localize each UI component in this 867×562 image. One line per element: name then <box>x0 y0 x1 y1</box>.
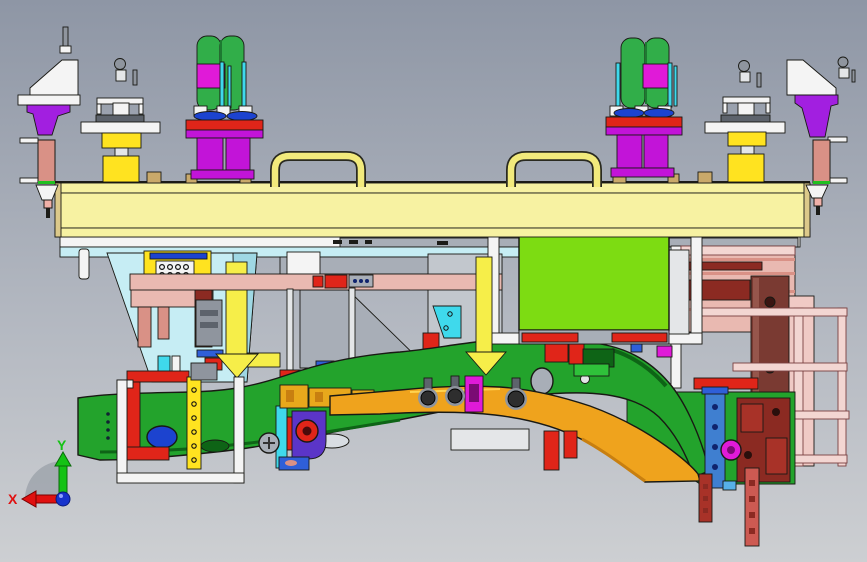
hanging-pin <box>78 248 90 280</box>
x-axis-label: X <box>8 491 18 507</box>
rest-pedestal-right[interactable] <box>704 60 786 183</box>
toggle-clamp-right[interactable] <box>605 37 683 178</box>
rest-pedestal-left[interactable] <box>80 58 161 183</box>
axis-fan <box>25 461 63 499</box>
y-axis-arrowhead <box>54 450 72 467</box>
y-axis-label: Y <box>57 437 67 453</box>
cad-viewport[interactable]: X Y <box>0 0 867 562</box>
right-tower-front[interactable] <box>693 377 791 547</box>
main-beam[interactable] <box>54 171 811 238</box>
bushing-hole <box>146 425 178 449</box>
axis-triad: X Y <box>8 437 72 508</box>
gauge-strip <box>744 467 760 547</box>
hole-strip <box>186 376 202 470</box>
model-canvas[interactable]: X Y <box>0 0 867 562</box>
origin-sphere <box>55 491 71 507</box>
toggle-clamp-left[interactable] <box>185 35 264 180</box>
through-hole <box>530 367 554 395</box>
clamp-pad <box>642 63 672 89</box>
